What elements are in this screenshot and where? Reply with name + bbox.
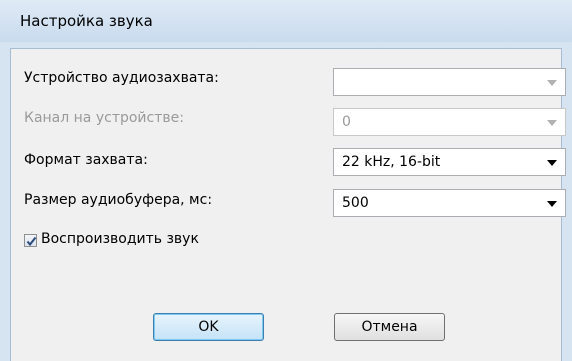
- chevron-down-icon: [547, 120, 557, 126]
- cancel-button[interactable]: Отмена: [334, 313, 445, 341]
- chevron-down-icon: [547, 160, 557, 166]
- window-title: Настройка звука: [20, 12, 153, 30]
- capture-format-label: Формат захвата:: [24, 152, 148, 168]
- buffer-size-select[interactable]: 500: [333, 189, 566, 217]
- capture-format-value: 22 kHz, 16-bit: [342, 154, 441, 170]
- capture-device-select[interactable]: [333, 68, 566, 96]
- ok-button[interactable]: OK: [153, 313, 264, 341]
- play-sound-checkbox[interactable]: [24, 234, 37, 247]
- buffer-size-label: Размер аудиобуфера, мс:: [24, 192, 213, 208]
- title-bar[interactable]: Настройка звука: [0, 0, 572, 42]
- capture-device-label: Устройство аудиозахвата:: [24, 70, 219, 86]
- device-channel-value: 0: [342, 114, 351, 130]
- device-channel-select: 0: [333, 108, 566, 136]
- dialog-window: Настройка звука Устройство аудиозахвата:…: [0, 0, 572, 361]
- chevron-down-icon: [547, 201, 557, 207]
- checkmark-icon: [26, 236, 37, 247]
- chevron-down-icon: [547, 80, 557, 86]
- capture-format-select[interactable]: 22 kHz, 16-bit: [333, 148, 566, 176]
- buffer-size-value: 500: [342, 195, 369, 211]
- device-channel-label: Канал на устройстве:: [24, 110, 184, 126]
- play-sound-label[interactable]: Воспроизводить звук: [41, 231, 199, 247]
